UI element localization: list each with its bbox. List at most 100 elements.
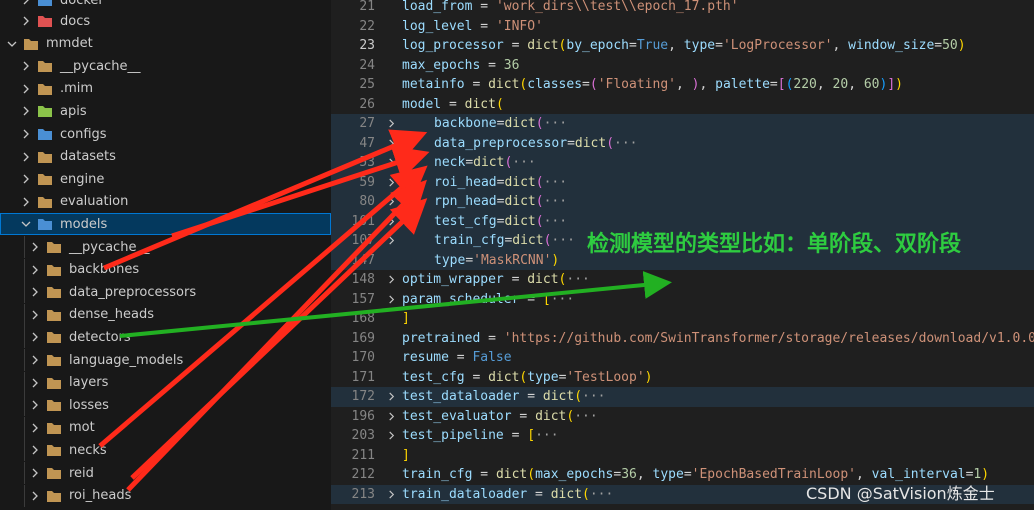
chevron-right-icon[interactable] [18, 81, 34, 97]
code-line[interactable]: 171 test_cfg = dict(type='TestLoop') [331, 368, 1034, 388]
chevron-right-icon[interactable] [18, 13, 34, 29]
code-line[interactable]: 203 test_pipeline = [··· [331, 426, 1034, 446]
chevron-right-icon[interactable] [27, 352, 43, 368]
line-number: 24 [359, 57, 375, 73]
code-line[interactable]: 27 backbone=dict(··· [331, 114, 1034, 134]
tree-item[interactable]: .mim [0, 78, 331, 100]
chevron-right-icon[interactable] [27, 239, 43, 255]
code-line[interactable]: 25 metainfo = dict(classes=('Floating', )… [331, 75, 1034, 95]
line-number: 26 [359, 96, 375, 112]
chevron-right-icon[interactable] [18, 103, 34, 119]
tree-item[interactable]: configs [0, 123, 331, 145]
tree-item[interactable]: datasets [0, 146, 331, 168]
chevron-right-icon[interactable] [27, 442, 43, 458]
chevron-right-icon[interactable] [27, 465, 43, 481]
fold-chevron-icon[interactable] [384, 214, 398, 228]
fold-chevron-icon[interactable] [384, 195, 398, 209]
code-line[interactable]: 170 resume = False [331, 348, 1034, 368]
code-line[interactable]: 24 max_epochs = 36 [331, 56, 1034, 76]
chevron-right-icon[interactable] [27, 284, 43, 300]
fold-chevron-icon[interactable] [384, 487, 398, 501]
code-text: train_cfg=dict(··· [434, 233, 575, 248]
code-token: ··· [550, 291, 575, 307]
code-line[interactable]: 168] [331, 309, 1034, 329]
chevron-right-icon[interactable] [27, 375, 43, 391]
code-line[interactable]: 211] [331, 446, 1034, 466]
code-line[interactable]: 59 roi_head=dict(··· [331, 172, 1034, 192]
tree-item[interactable]: mmdet [0, 33, 331, 55]
code-line[interactable]: 169 pretrained = 'https://github.com/Swin… [331, 329, 1034, 349]
tree-item-label: engine [60, 171, 105, 187]
fold-chevron-icon[interactable] [384, 390, 398, 404]
tree-item[interactable]: data_preprocessors [0, 281, 331, 304]
code-line[interactable]: 22 log_level = 'INFO' [331, 17, 1034, 37]
fold-chevron-icon[interactable] [384, 429, 398, 443]
tree-item[interactable]: evaluation [0, 191, 331, 213]
tree-item[interactable]: necks [0, 439, 331, 462]
code-token: dict [527, 38, 559, 54]
tree-item[interactable]: __pycache__ [0, 55, 331, 77]
chevron-right-icon[interactable] [18, 0, 34, 8]
fold-chevron-icon[interactable] [384, 234, 398, 248]
chevron-right-icon[interactable] [27, 262, 43, 278]
fold-chevron-icon[interactable] [384, 136, 398, 150]
fold-chevron-icon[interactable] [384, 156, 398, 170]
chevron-down-icon[interactable] [18, 216, 34, 232]
code-line[interactable]: 23 log_processor = dict(by_epoch=True, ty… [331, 36, 1034, 56]
code-token: palette [715, 77, 770, 93]
code-line[interactable]: 80 rpn_head=dict(··· [331, 192, 1034, 212]
fold-chevron-icon[interactable] [384, 273, 398, 287]
code-token: ··· [582, 389, 606, 405]
code-token: ( [574, 389, 583, 405]
line-number: 157 [351, 291, 375, 307]
chevron-right-icon[interactable] [18, 171, 34, 187]
chevron-right-icon[interactable] [18, 58, 34, 74]
fold-chevron-icon[interactable] [384, 409, 398, 423]
tree-item[interactable]: detectors [0, 326, 331, 349]
fold-chevron-icon[interactable] [384, 175, 398, 189]
code-line[interactable]: 26 model = dict( [331, 95, 1034, 115]
code-line[interactable]: 148 optim_wrapper = dict(··· [331, 270, 1034, 290]
code-token: dict [512, 233, 544, 249]
chevron-down-icon[interactable] [4, 36, 20, 52]
tree-item[interactable]: layers [0, 371, 331, 394]
tree-item[interactable]: __pycache__ [0, 236, 331, 258]
code-token: rpn_head [434, 194, 497, 210]
tree-item[interactable]: mot [0, 416, 331, 439]
line-number: 59 [359, 174, 375, 190]
tree-item-label: datasets [60, 149, 116, 165]
tree-item[interactable]: backbones [0, 258, 331, 281]
code-line[interactable]: 157 param_scheduler = [··· [331, 290, 1034, 310]
chevron-right-icon[interactable] [18, 126, 34, 142]
code-line[interactable]: 47 data_preprocessor=dict(··· [331, 133, 1034, 153]
fold-chevron-icon[interactable] [384, 117, 398, 131]
code-line[interactable]: 21 load_from = 'work_dirs\\test\\epoch_17… [331, 0, 1034, 17]
code-token: dict [488, 77, 520, 93]
tree-item-label: configs [60, 126, 107, 142]
code-token: dict [504, 194, 536, 210]
chevron-right-icon[interactable] [27, 420, 43, 436]
tree-item[interactable]: dense_heads [0, 303, 331, 326]
tree-item[interactable]: docs [0, 10, 331, 32]
tree-item[interactable]: roi_heads [0, 484, 331, 507]
tree-item[interactable]: losses [0, 394, 331, 417]
fold-chevron-icon[interactable] [384, 292, 398, 306]
chevron-right-icon[interactable] [27, 307, 43, 323]
code-text: neck=dict(··· [434, 155, 536, 170]
tree-item[interactable]: reid [0, 462, 331, 484]
tree-item[interactable]: language_models [0, 349, 331, 371]
chevron-right-icon[interactable] [18, 194, 34, 210]
code-text: type='MaskRCNN') [434, 253, 559, 268]
code-line[interactable]: 172 test_dataloader = dict(··· [331, 387, 1034, 407]
tree-item[interactable]: engine [0, 168, 331, 190]
code-line[interactable]: 196 test_evaluator = dict(··· [331, 407, 1034, 427]
tree-item-label: backbones [69, 262, 140, 278]
code-line[interactable]: 53 neck=dict(··· [331, 153, 1034, 173]
chevron-right-icon[interactable] [27, 397, 43, 413]
code-token: = [715, 38, 723, 54]
chevron-right-icon[interactable] [27, 488, 43, 504]
tree-item[interactable]: apis [0, 100, 331, 122]
chevron-right-icon[interactable] [27, 329, 43, 345]
tree-item[interactable]: models [0, 213, 331, 236]
chevron-right-icon[interactable] [18, 149, 34, 165]
